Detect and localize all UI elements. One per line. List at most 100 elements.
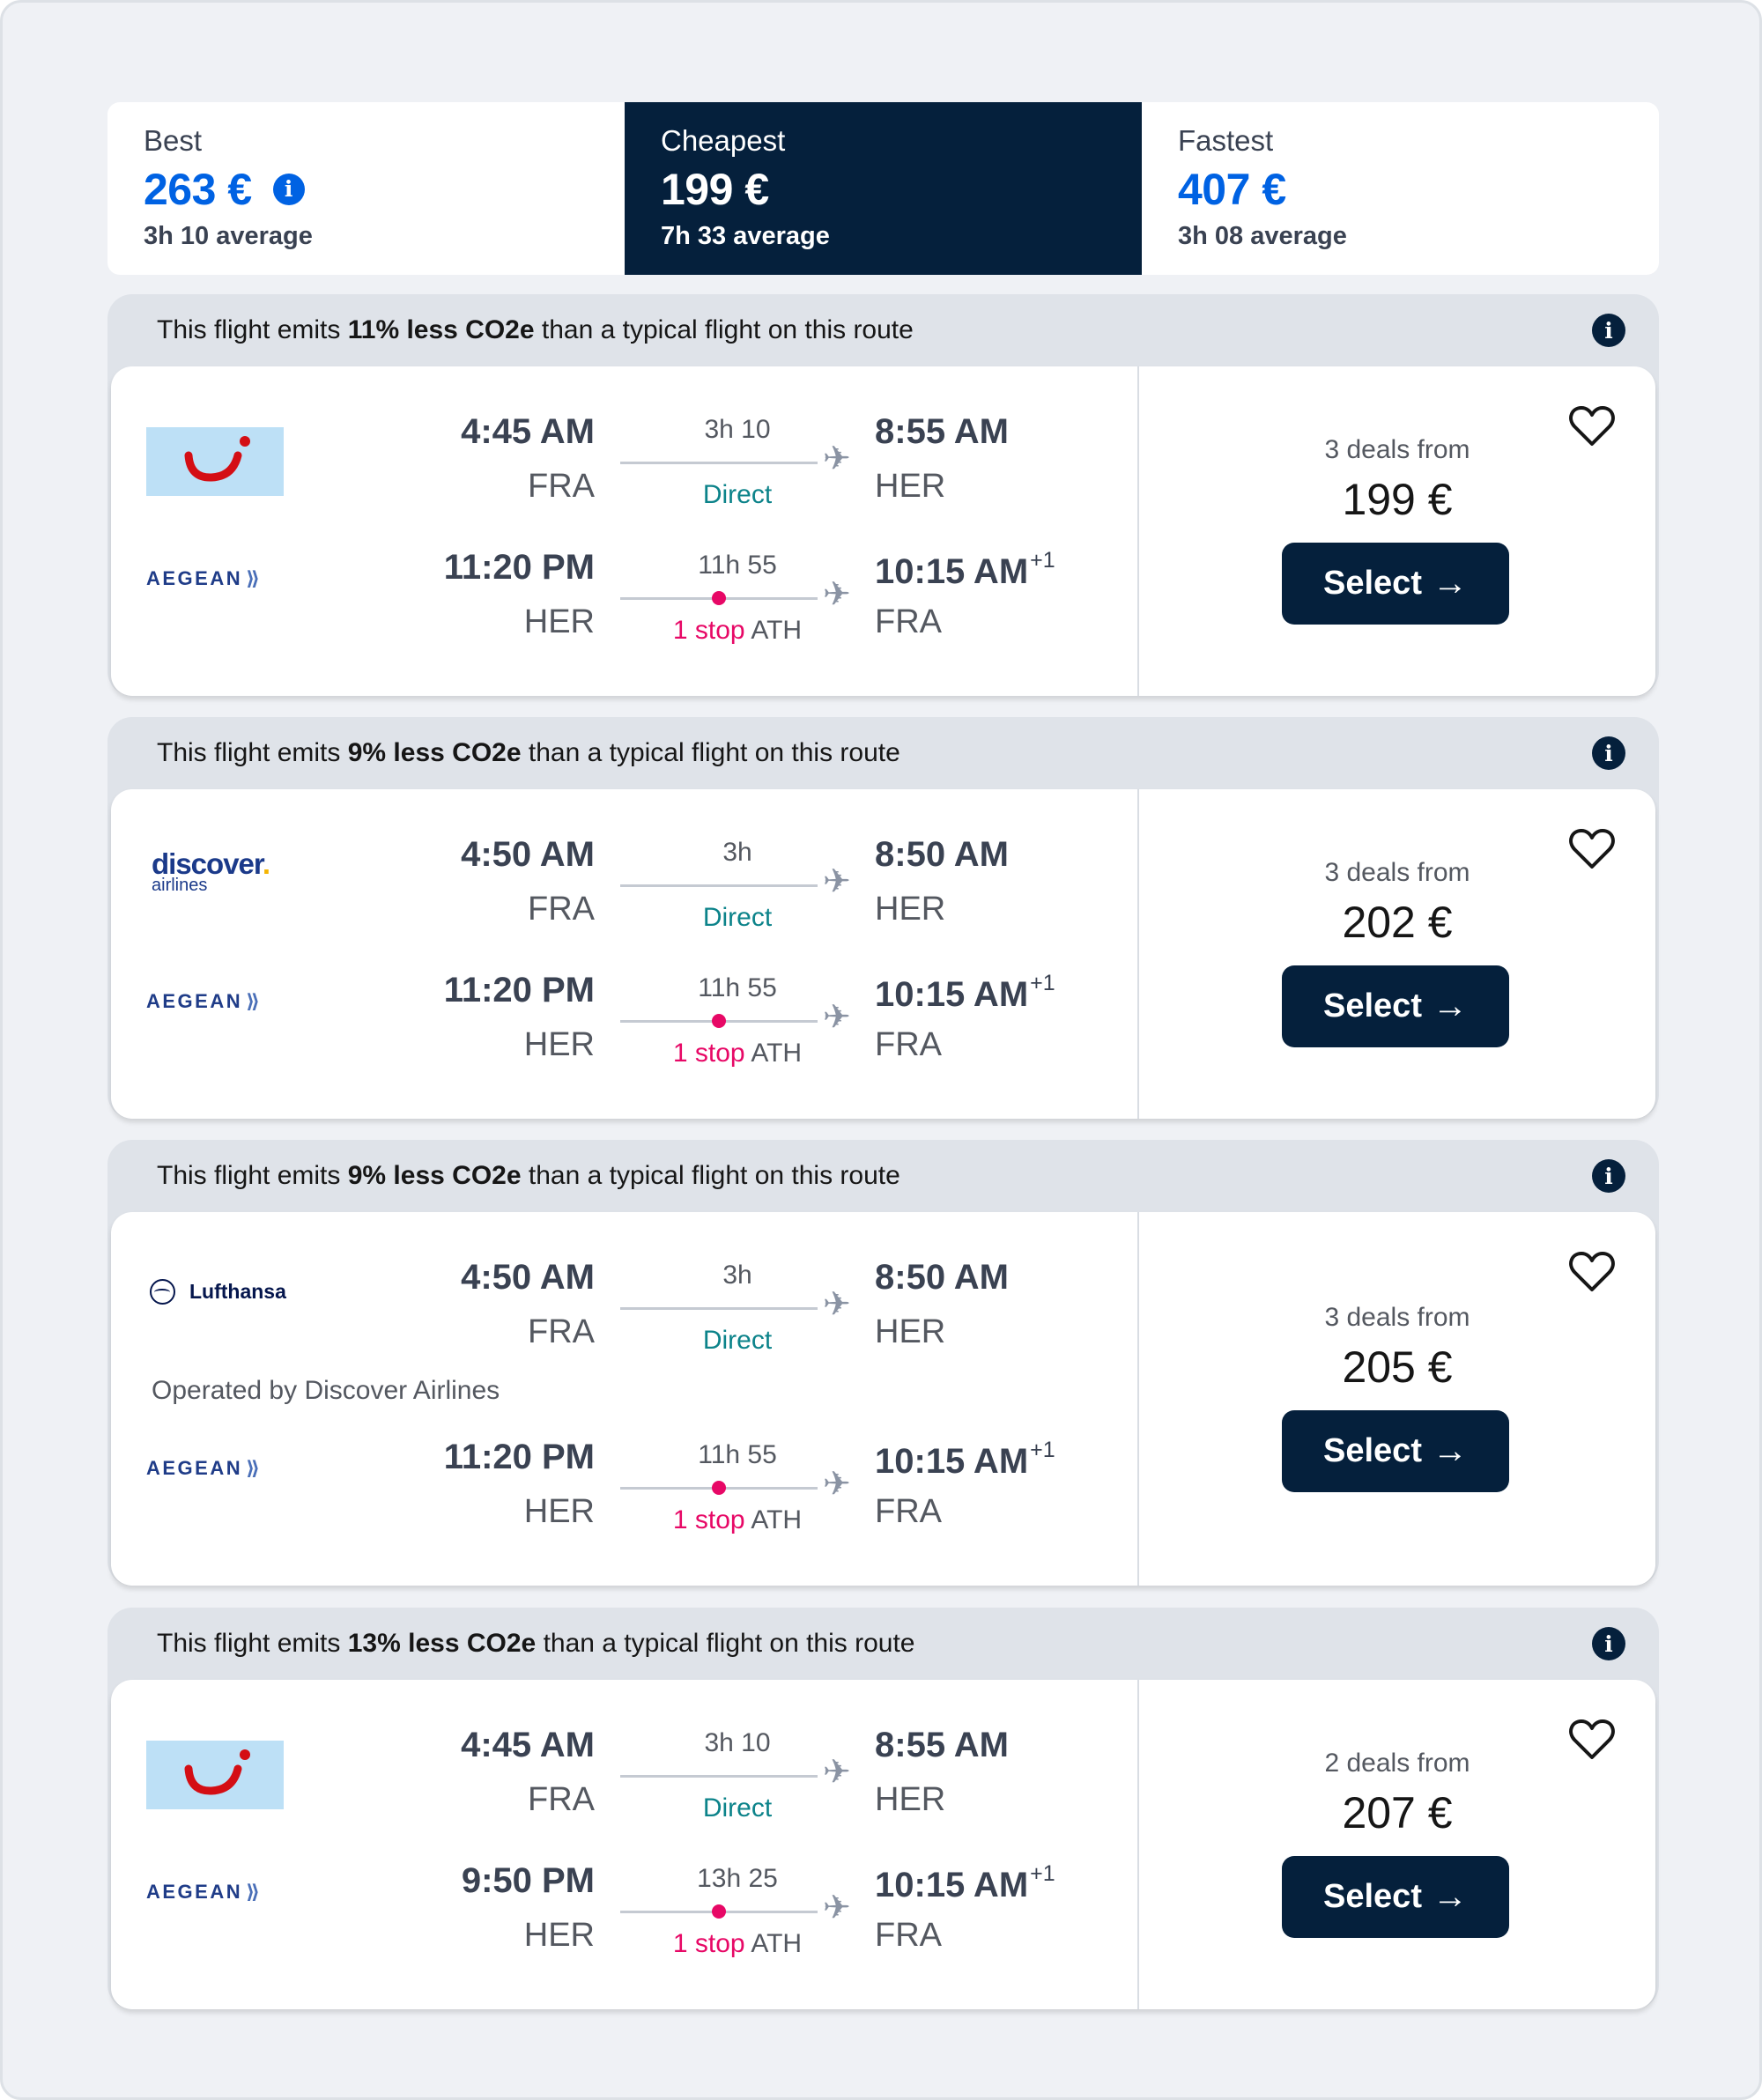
arrival-airport: FRA — [875, 1917, 942, 1954]
departure-time: 9:50 PM — [461, 1861, 595, 1900]
outbound-leg: 4:45 AM FRA 3h 10 ✈ Direct 8:55 AM HER — [111, 1726, 1139, 1849]
departure-time: 11:20 PM — [443, 548, 595, 587]
sort-tabs: Best 263 € i 3h 10 average Cheapest 199 … — [107, 102, 1659, 275]
arrival-airport: FRA — [875, 1026, 942, 1063]
outbound-leg: Lufthansa 4:50 AM FRA 3h ✈ Direct 8:50 A… — [111, 1258, 1139, 1381]
select-button[interactable]: Select → — [1282, 543, 1509, 625]
price: 202 € — [1342, 898, 1453, 947]
info-icon[interactable]: i — [1592, 1627, 1625, 1660]
tab-best-price: 263 € — [144, 164, 252, 214]
itinerary[interactable]: 4:45 AM FRA 3h 10 ✈ Direct 8:55 AM HER A… — [111, 1680, 1655, 2009]
arrival-time: 8:55 AM — [875, 412, 1009, 451]
plane-icon: ✈ — [823, 440, 851, 477]
stops: Direct — [702, 903, 773, 932]
plane-icon: ✈ — [823, 863, 851, 900]
select-button[interactable]: Select → — [1282, 965, 1509, 1047]
tab-best-average: 3h 10 average — [144, 221, 313, 250]
stops: 1 stop ATH — [672, 1929, 803, 1958]
route-line — [620, 462, 818, 464]
tab-cheapest-label: Cheapest — [661, 124, 786, 157]
arrival-time: 10:15 AM+1 — [875, 1438, 1055, 1481]
tab-fastest[interactable]: Fastest 407 € 3h 08 average — [1142, 102, 1659, 275]
deals-count: 2 deals from — [1324, 1749, 1470, 1778]
departure-airport: FRA — [528, 1781, 595, 1818]
day-offset: +1 — [1030, 971, 1055, 995]
route-line — [620, 1481, 818, 1495]
route-line — [620, 1307, 818, 1310]
arrival-airport: HER — [875, 1781, 946, 1818]
tab-fastest-label: Fastest — [1178, 124, 1274, 157]
result-card: This flight emits 13% less CO2e than a t… — [107, 1608, 1659, 2009]
aegean-logo: AEGEAN ⟫ — [146, 990, 260, 1012]
tab-best-label: Best — [144, 124, 203, 157]
deals-count: 3 deals from — [1324, 858, 1470, 887]
departure-time: 4:45 AM — [461, 412, 595, 451]
stops: 1 stop ATH — [672, 1505, 803, 1534]
duration: 3h 10 — [704, 415, 771, 444]
arrival-time: 8:55 AM — [875, 1726, 1009, 1764]
stops: Direct — [702, 480, 773, 509]
itinerary[interactable]: 4:45 AM FRA 3h 10 ✈ Direct 8:55 AM HER A… — [111, 366, 1655, 696]
select-button[interactable]: Select → — [1282, 1410, 1509, 1492]
co2-text: This flight emits 9% less CO2e than a ty… — [157, 738, 900, 767]
departure-time: 11:20 PM — [443, 1438, 595, 1476]
co2-banner: This flight emits 9% less CO2e than a ty… — [107, 1140, 1659, 1212]
tab-fastest-price: 407 € — [1178, 164, 1286, 214]
co2-text: This flight emits 9% less CO2e than a ty… — [157, 1161, 900, 1190]
result-card: This flight emits 11% less CO2e than a t… — [107, 294, 1659, 696]
stops: 1 stop ATH — [672, 616, 803, 645]
price: 207 € — [1342, 1788, 1453, 1838]
tab-cheapest-average: 7h 33 average — [661, 221, 830, 250]
info-icon[interactable]: i — [1592, 314, 1625, 347]
route-line — [620, 884, 818, 887]
duration: 3h — [722, 1261, 752, 1290]
operated-by: Operated by Discover Airlines — [152, 1376, 500, 1405]
stops: Direct — [702, 1326, 773, 1355]
aegean-logo: AEGEAN ⟫ — [146, 567, 260, 589]
departure-airport: HER — [523, 603, 595, 640]
co2-text: This flight emits 13% less CO2e than a t… — [157, 1629, 915, 1658]
info-icon[interactable]: i — [1592, 1159, 1625, 1193]
tab-best[interactable]: Best 263 € i 3h 10 average — [107, 102, 625, 275]
plane-icon: ✈ — [823, 999, 851, 1036]
tui-logo — [146, 427, 284, 496]
select-button[interactable]: Select → — [1282, 1856, 1509, 1938]
plane-icon: ✈ — [823, 1286, 851, 1323]
deals-count: 3 deals from — [1324, 435, 1470, 464]
departure-airport: FRA — [528, 468, 595, 505]
plane-icon: ✈ — [823, 1466, 851, 1503]
outbound-leg: 4:45 AM FRA 3h 10 ✈ Direct 8:55 AM HER — [111, 412, 1139, 536]
departure-time: 4:45 AM — [461, 1726, 595, 1764]
duration: 3h — [722, 838, 752, 867]
results-panel: Best 263 € i 3h 10 average Cheapest 199 … — [0, 0, 1762, 2100]
route-line — [620, 1904, 818, 1919]
day-offset: +1 — [1030, 1861, 1055, 1886]
stop-dot — [712, 1481, 726, 1495]
tui-logo — [146, 1741, 284, 1809]
arrival-time: 8:50 AM — [875, 1258, 1009, 1297]
departure-airport: FRA — [528, 891, 595, 928]
arrow-right-icon: → — [1432, 1431, 1468, 1470]
plane-icon: ✈ — [823, 1889, 851, 1926]
info-icon[interactable]: i — [1592, 736, 1625, 770]
co2-banner: This flight emits 9% less CO2e than a ty… — [107, 717, 1659, 789]
arrival-airport: HER — [875, 468, 946, 505]
stop-dot — [712, 1014, 726, 1028]
route-line — [620, 1014, 818, 1028]
heart-icon[interactable] — [1569, 1251, 1615, 1293]
tab-cheapest-price: 199 € — [661, 164, 769, 214]
outbound-leg: discover. airlines 4:50 AM FRA 3h ✈ Dire… — [111, 835, 1139, 958]
arrival-airport: FRA — [875, 1493, 942, 1530]
info-icon[interactable]: i — [272, 173, 305, 205]
stop-dot — [712, 591, 726, 605]
arrow-right-icon: → — [1432, 987, 1468, 1025]
itinerary[interactable]: discover. airlines 4:50 AM FRA 3h ✈ Dire… — [111, 789, 1655, 1119]
arrival-time: 10:15 AM+1 — [875, 971, 1055, 1014]
price: 199 € — [1342, 475, 1453, 524]
duration: 11h 55 — [698, 551, 777, 580]
duration: 11h 55 — [698, 973, 777, 1002]
result-card: This flight emits 9% less CO2e than a ty… — [107, 1140, 1659, 1586]
tab-cheapest[interactable]: Cheapest 199 € 7h 33 average — [625, 102, 1142, 275]
itinerary[interactable]: Lufthansa 4:50 AM FRA 3h ✈ Direct 8:50 A… — [111, 1212, 1655, 1586]
arrival-time: 10:15 AM+1 — [875, 1861, 1055, 1904]
